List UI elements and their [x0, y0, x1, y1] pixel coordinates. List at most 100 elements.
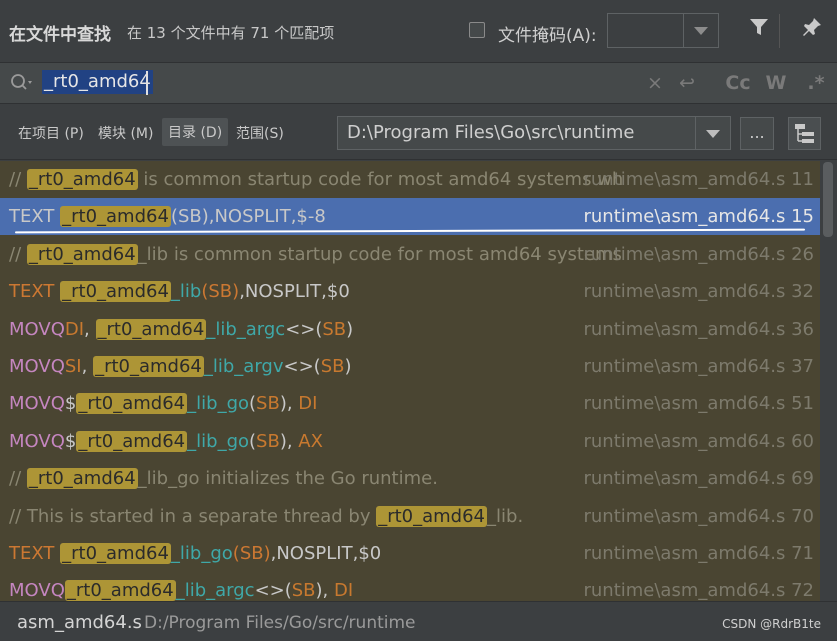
- code-token: SB: [322, 319, 346, 340]
- match-case-icon[interactable]: Cc: [724, 71, 752, 95]
- result-row[interactable]: MOVQ$_rt0_amd64_lib_go(SB), DIruntime\as…: [0, 385, 820, 422]
- result-location: runtime\asm_amd64.s 36: [583, 311, 814, 348]
- code-token: <>(: [285, 319, 322, 340]
- code-token: ,NOSPLIT,$0: [239, 281, 350, 302]
- match-highlight: _rt0_amd64: [27, 244, 138, 265]
- code-token: ),: [280, 431, 298, 452]
- match-highlight: _rt0_amd64: [93, 356, 204, 377]
- code-token: DI: [298, 393, 317, 414]
- whole-words-icon[interactable]: W: [764, 71, 788, 95]
- result-row[interactable]: // This is started in a separate thread …: [0, 498, 820, 535]
- result-location: runtime\asm_amd64.s 32: [583, 273, 814, 310]
- result-location: runtime\asm_amd64.s 69: [583, 460, 814, 497]
- code-token: _lib.: [487, 506, 523, 527]
- match-highlight: _rt0_amd64: [76, 431, 187, 452]
- directory-path: D:\Program Files\Go\src\runtime: [347, 122, 634, 143]
- result-row[interactable]: // _rt0_amd64_lib is common startup code…: [0, 236, 820, 273]
- new-line-icon[interactable]: ↩: [676, 71, 698, 95]
- match-highlight: _rt0_amd64: [96, 319, 207, 340]
- result-row[interactable]: TEXT _rt0_amd64_lib(SB),NOSPLIT,$0 runtim…: [0, 273, 820, 310]
- filter-icon[interactable]: [744, 16, 774, 46]
- result-code: MOVQDI, _rt0_amd64_lib_argc<>(SB): [9, 311, 353, 348]
- file-mask-checkbox[interactable]: [469, 22, 485, 38]
- match-highlight: _rt0_amd64: [376, 506, 487, 527]
- result-code: MOVQSI, _rt0_amd64_lib_argv<>(SB): [9, 348, 352, 385]
- result-location: runtime\asm_amd64.s 51: [583, 385, 814, 422]
- match-highlight: _rt0_amd64: [76, 393, 187, 414]
- code-token: ,NOSPLIT,$0: [271, 543, 382, 564]
- file-mask-label: 文件掩码(A):: [498, 21, 597, 46]
- code-token: _lib_go initializes the Go runtime.: [138, 468, 438, 489]
- result-location: runtime\asm_amd64.s 70: [583, 498, 814, 535]
- result-code: TEXT _rt0_amd64_lib_go(SB),NOSPLIT,$0: [9, 535, 381, 572]
- clear-icon[interactable]: ×: [645, 71, 665, 95]
- regex-icon[interactable]: .*: [804, 71, 828, 95]
- result-location: runtime\asm_amd64.s 60: [583, 423, 814, 460]
- code-token: //: [9, 244, 27, 265]
- code-token: ),: [280, 393, 298, 414]
- code-token: _lib is common startup code for most amd…: [138, 244, 622, 265]
- browse-button[interactable]: ...: [740, 117, 774, 150]
- code-token: MOVQ: [9, 393, 65, 414]
- code-token: is common startup code for most amd64 sy…: [138, 169, 624, 190]
- code-token: SB: [256, 393, 280, 414]
- code-token: <>(: [284, 356, 321, 377]
- code-token: SB: [256, 431, 280, 452]
- scope-directory[interactable]: 目录 (D): [162, 118, 228, 146]
- result-location: runtime\asm_amd64.s 72: [583, 572, 814, 601]
- result-location: runtime\asm_amd64.s 37: [583, 348, 814, 385]
- code-token: TEXT: [9, 206, 60, 227]
- scrollbar-thumb[interactable]: [823, 162, 833, 237]
- result-row[interactable]: MOVQSI, _rt0_amd64_lib_argv<>(SB) runtime…: [0, 348, 820, 385]
- result-row[interactable]: // _rt0_amd64_lib_go initializes the Go …: [0, 460, 820, 497]
- code-token: DI: [334, 580, 353, 601]
- code-token: MOVQ: [9, 580, 65, 601]
- code-token: MOVQ: [9, 356, 65, 377]
- code-token: ,: [84, 319, 95, 340]
- search-icon[interactable]: [10, 73, 34, 93]
- scope-project[interactable]: 在项目 (P): [18, 123, 84, 143]
- result-row[interactable]: // _rt0_amd64 is common startup code for…: [0, 161, 820, 198]
- tree-view-icon[interactable]: [788, 117, 821, 150]
- result-code: TEXT _rt0_amd64_lib(SB),NOSPLIT,$0: [9, 273, 350, 310]
- search-input[interactable]: _rt0_amd64: [42, 70, 153, 94]
- match-highlight: _rt0_amd64: [27, 169, 138, 190]
- result-location: runtime\asm_amd64.s 71: [583, 535, 814, 572]
- code-token: _lib: [171, 281, 201, 302]
- find-dialog-header: 在文件中查找 在 13 个文件中有 71 个匹配项 文件掩码(A):: [0, 0, 837, 62]
- directory-combo[interactable]: D:\Program Files\Go\src\runtime: [337, 116, 731, 150]
- result-code: // _rt0_amd64_lib is common startup code…: [9, 236, 622, 273]
- file-mask-combo[interactable]: [607, 13, 719, 48]
- match-summary: 在 13 个文件中有 71 个匹配项: [127, 22, 334, 43]
- code-token: //: [9, 468, 27, 489]
- combo-separator: [683, 14, 684, 47]
- code-token: _lib_go: [187, 393, 249, 414]
- code-token: _lib_argc: [206, 319, 285, 340]
- match-highlight: _rt0_amd64: [60, 543, 171, 564]
- chevron-down-icon[interactable]: [694, 27, 708, 35]
- match-highlight: _rt0_amd64: [65, 580, 176, 601]
- code-token: //: [9, 169, 27, 190]
- scope-module[interactable]: 模块 (M): [98, 123, 153, 143]
- code-token: ): [346, 319, 353, 340]
- preview-file-path: D:/Program Files/Go/src/runtime: [144, 613, 416, 633]
- result-row[interactable]: MOVQ_rt0_amd64_lib_argc<>(SB), DI runtime…: [0, 572, 820, 601]
- dialog-title: 在文件中查找: [9, 20, 111, 45]
- pin-icon[interactable]: [797, 16, 827, 46]
- scope-scope[interactable]: 范围(S): [236, 123, 284, 143]
- result-row[interactable]: MOVQ$_rt0_amd64_lib_go(SB), AXruntime\as…: [0, 423, 820, 460]
- results-list[interactable]: // _rt0_amd64 is common startup code for…: [0, 161, 820, 601]
- code-token: SB: [321, 356, 345, 377]
- code-token: // This is started in a separate thread …: [9, 506, 376, 527]
- text-caret: [146, 71, 148, 95]
- code-token: DI: [65, 319, 84, 340]
- code-token: (: [249, 431, 256, 452]
- header-divider: [779, 14, 780, 48]
- result-row[interactable]: TEXT _rt0_amd64_lib_go(SB),NOSPLIT,$0 run…: [0, 535, 820, 572]
- result-row[interactable]: MOVQDI, _rt0_amd64_lib_argc<>(SB) runtime…: [0, 311, 820, 348]
- preview-file-name: asm_amd64.s: [17, 612, 142, 633]
- code-token: _lib_go: [171, 543, 233, 564]
- chevron-down-icon[interactable]: [706, 130, 720, 138]
- preview-footer: asm_amd64.s D:/Program Files/Go/src/runt…: [0, 601, 837, 641]
- result-code: MOVQ_rt0_amd64_lib_argc<>(SB), DI: [9, 572, 353, 601]
